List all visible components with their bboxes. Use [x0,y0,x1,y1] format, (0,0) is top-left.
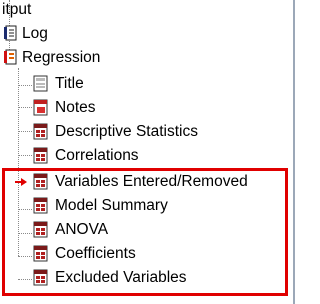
tree-item-label: Correlations [55,147,139,164]
tree-item-output[interactable]: itput [0,0,200,22]
tree-item-notes[interactable]: Notes [0,96,200,120]
log-icon [4,25,17,41]
table-icon [33,123,48,140]
tree-item-title[interactable]: Title [0,72,200,96]
tree-item-log[interactable]: Log [0,22,200,46]
output-navigator-tree: itput Log Regression Title Notes Descrip… [0,0,295,304]
tree-item-label: Log [22,25,48,42]
tree-item-descriptive-statistics[interactable]: Descriptive Statistics [0,120,260,144]
tree-item-label: Title [55,75,84,92]
table-icon [33,147,48,164]
tree-item-label: Descriptive Statistics [55,123,198,140]
tree-item-regression[interactable]: Regression [0,46,200,70]
pane-divider[interactable] [293,0,295,304]
highlight-box [2,168,288,296]
notes-icon [33,99,48,116]
tree-item-label: Notes [55,99,96,116]
tree-item-label: Regression [22,49,101,66]
tree-item-correlations[interactable]: Correlations [0,144,200,168]
title-icon [33,75,48,92]
tree-item-label: itput [2,1,32,18]
regression-icon [4,49,17,65]
